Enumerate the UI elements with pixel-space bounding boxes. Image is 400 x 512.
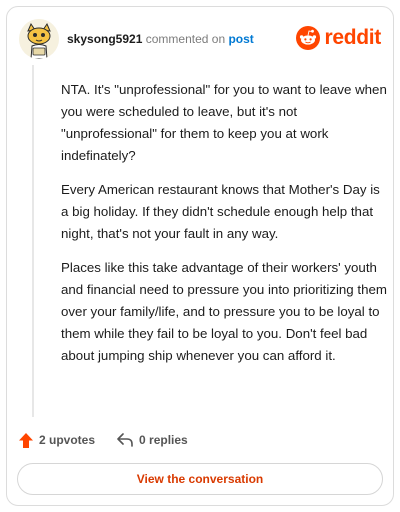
comment-paragraph: Places like this take advantage of their… [61, 260, 387, 363]
reply-button[interactable]: 0 replies [117, 433, 188, 447]
user-avatar[interactable] [19, 19, 59, 59]
comment-body: NTA. It's "unprofessional" for you to wa… [61, 79, 387, 379]
action-text: commented on [145, 32, 226, 46]
upvote-arrow-icon [19, 432, 33, 448]
reddit-wordmark: reddit [324, 26, 381, 49]
comment-paragraph: Every American restaurant knows that Mot… [61, 182, 380, 241]
reddit-alien-icon [296, 26, 321, 50]
post-link[interactable]: post [228, 32, 253, 46]
snoo-avatar-icon [19, 19, 59, 59]
comment-header: skysong5921 commented on post reddit [19, 19, 381, 59]
upvote-button[interactable]: 2 upvotes [19, 432, 96, 448]
upvote-count: 2 upvotes [39, 433, 96, 447]
thread-line[interactable] [32, 65, 34, 417]
view-conversation-button[interactable]: View the conversation [17, 463, 383, 495]
reply-arrow-icon [117, 433, 133, 447]
comment-actions: 2 upvotes 0 replies [19, 431, 188, 449]
reddit-logo[interactable]: reddit [296, 25, 381, 51]
comment-paragraph: NTA. It's "unprofessional" for you to wa… [61, 82, 387, 163]
username-link[interactable]: skysong5921 [67, 32, 142, 46]
comment-card: skysong5921 commented on post reddit NTA… [6, 6, 394, 506]
comment-meta: skysong5921 commented on post [67, 32, 254, 46]
reply-count: 0 replies [139, 433, 188, 447]
